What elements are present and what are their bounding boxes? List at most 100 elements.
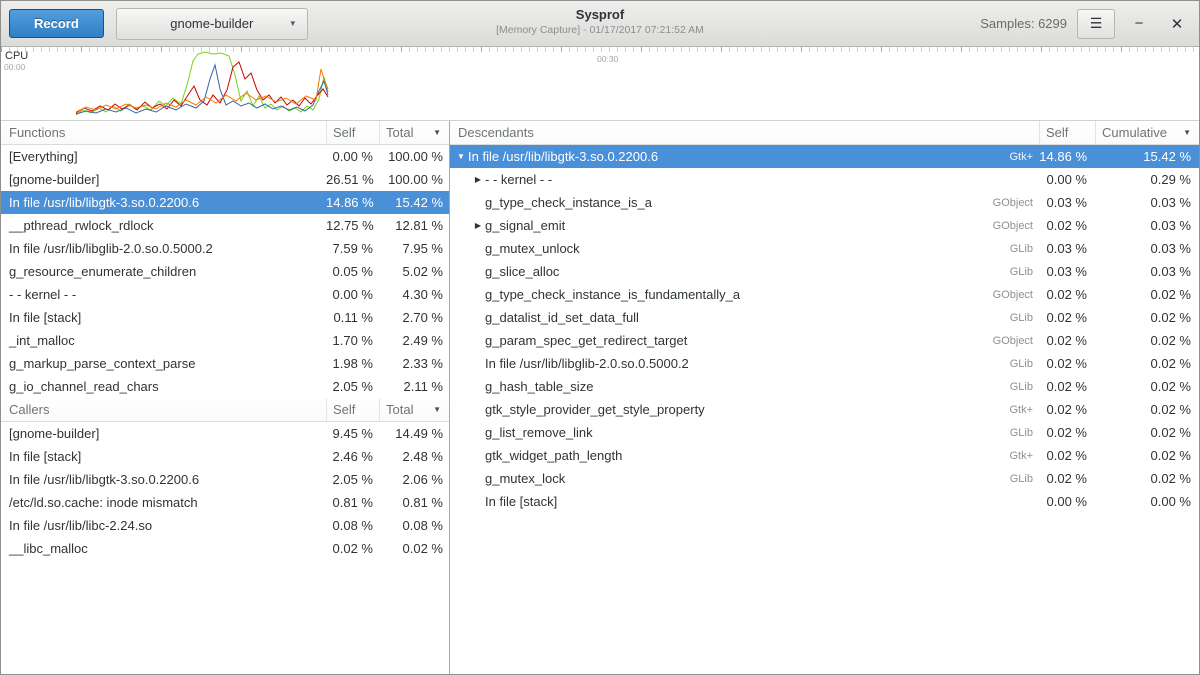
function-row[interactable]: [gnome-builder]26.51 %100.00 %	[1, 168, 449, 191]
descendant-name: g_hash_table_size	[485, 379, 969, 394]
function-row[interactable]: g_resource_enumerate_children0.05 %5.02 …	[1, 260, 449, 283]
descendant-row[interactable]: ▼In file /usr/lib/libgtk-3.so.0.2200.6Gt…	[450, 145, 1199, 168]
caller-row-name: In file /usr/lib/libc-2.24.so	[1, 518, 326, 533]
function-row-self-value: 7.59 %	[326, 241, 379, 256]
function-row-name: g_io_channel_read_chars	[1, 379, 326, 394]
function-row[interactable]: In file /usr/lib/libglib-2.0.so.0.5000.2…	[1, 237, 449, 260]
descendant-name: In file /usr/lib/libglib-2.0.so.0.5000.2	[485, 356, 969, 371]
function-row-total-value: 2.33 %	[379, 356, 449, 371]
function-row[interactable]: In file /usr/lib/libgtk-3.so.0.2200.614.…	[1, 191, 449, 214]
functions-table: [Everything]0.00 %100.00 %[gnome-builder…	[1, 145, 449, 398]
descendant-row[interactable]: g_mutex_lockGLib0.02 %0.02 %	[450, 467, 1199, 490]
expander-collapsed-icon[interactable]: ▶	[471, 221, 485, 230]
descendant-row[interactable]: ▶g_signal_emitGObject0.02 %0.03 %	[450, 214, 1199, 237]
caller-row[interactable]: In file /usr/lib/libgtk-3.so.0.2200.62.0…	[1, 468, 449, 491]
library-badge: GObject	[969, 289, 1039, 301]
sort-indicator-icon: ▼	[1183, 128, 1193, 137]
descendant-self-value: 0.02 %	[1039, 448, 1095, 463]
function-row[interactable]: __pthread_rwlock_rdlock12.75 %12.81 %	[1, 214, 449, 237]
function-row-self-value: 2.05 %	[326, 379, 379, 394]
descendant-name: g_type_check_instance_is_a	[485, 195, 969, 210]
descendant-row[interactable]: In file [stack]0.00 %0.00 %	[450, 490, 1199, 513]
descendant-self-value: 0.02 %	[1039, 333, 1095, 348]
callers-column-header[interactable]: Callers	[1, 398, 326, 421]
descendant-self-value: 0.02 %	[1039, 425, 1095, 440]
descendants-table: ▼In file /usr/lib/libgtk-3.so.0.2200.6Gt…	[450, 145, 1199, 513]
descendant-cumulative-value: 0.02 %	[1095, 448, 1199, 463]
library-badge: GLib	[969, 381, 1039, 393]
function-row[interactable]: - - kernel - -0.00 %4.30 %	[1, 283, 449, 306]
function-row[interactable]: g_io_channel_read_chars2.05 %2.11 %	[1, 375, 449, 398]
functions-self-column-header[interactable]: Self	[326, 121, 379, 144]
descendants-cumulative-column-header[interactable]: Cumulative ▼	[1095, 121, 1199, 144]
descendant-cumulative-value: 0.03 %	[1095, 218, 1199, 233]
caller-row[interactable]: /etc/ld.so.cache: inode mismatch0.81 %0.…	[1, 491, 449, 514]
caller-row-self-value: 2.46 %	[326, 449, 379, 464]
descendant-row[interactable]: ▶- - kernel - -0.00 %0.29 %	[450, 168, 1199, 191]
function-row-total-value: 5.02 %	[379, 264, 449, 279]
functions-column-header[interactable]: Functions	[1, 121, 326, 144]
descendant-row[interactable]: g_datalist_id_set_data_fullGLib0.02 %0.0…	[450, 306, 1199, 329]
function-row[interactable]: [Everything]0.00 %100.00 %	[1, 145, 449, 168]
descendant-self-value: 0.02 %	[1039, 471, 1095, 486]
function-row-self-value: 26.51 %	[326, 172, 379, 187]
descendants-self-column-header[interactable]: Self	[1039, 121, 1095, 144]
callers-table: [gnome-builder]9.45 %14.49 %In file [sta…	[1, 422, 449, 560]
descendant-row[interactable]: g_mutex_unlockGLib0.03 %0.03 %	[450, 237, 1199, 260]
function-row-name: g_resource_enumerate_children	[1, 264, 326, 279]
record-button[interactable]: Record	[9, 9, 104, 38]
callers-total-column-header[interactable]: Total ▼	[379, 398, 449, 421]
caller-row[interactable]: [gnome-builder]9.45 %14.49 %	[1, 422, 449, 445]
expander-expanded-icon[interactable]: ▼	[454, 152, 468, 161]
cpu-graph[interactable]: CPU 00:00 00:30	[1, 47, 1199, 121]
close-button[interactable]: ✕	[1163, 10, 1191, 38]
target-selector-dropdown[interactable]: gnome-builder ▼	[116, 8, 308, 40]
descendant-cumulative-value: 0.02 %	[1095, 287, 1199, 302]
caller-row-name: In file [stack]	[1, 449, 326, 464]
library-badge: Gtk+	[969, 450, 1039, 462]
functions-total-column-header[interactable]: Total ▼	[379, 121, 449, 144]
function-row-self-value: 1.70 %	[326, 333, 379, 348]
descendant-row[interactable]: g_list_remove_linkGLib0.02 %0.02 %	[450, 421, 1199, 444]
caller-row-total-value: 0.08 %	[379, 518, 449, 533]
descendant-row[interactable]: g_type_check_instance_is_aGObject0.03 %0…	[450, 191, 1199, 214]
callers-self-column-header[interactable]: Self	[326, 398, 379, 421]
caller-row[interactable]: __libc_malloc0.02 %0.02 %	[1, 537, 449, 560]
function-row-total-value: 2.49 %	[379, 333, 449, 348]
function-row[interactable]: _int_malloc1.70 %2.49 %	[1, 329, 449, 352]
descendant-row[interactable]: gtk_style_provider_get_style_propertyGtk…	[450, 398, 1199, 421]
expander-collapsed-icon[interactable]: ▶	[471, 175, 485, 184]
descendant-cumulative-value: 0.03 %	[1095, 241, 1199, 256]
samples-count: Samples: 6299	[980, 16, 1067, 31]
function-row[interactable]: g_markup_parse_context_parse1.98 %2.33 %	[1, 352, 449, 375]
function-row-total-value: 7.95 %	[379, 241, 449, 256]
descendant-self-value: 0.00 %	[1039, 494, 1095, 509]
caller-row-total-value: 2.48 %	[379, 449, 449, 464]
descendant-cumulative-value: 0.02 %	[1095, 356, 1199, 371]
library-badge: GLib	[969, 358, 1039, 370]
descendant-row[interactable]: g_slice_allocGLib0.03 %0.03 %	[450, 260, 1199, 283]
function-row-name: - - kernel - -	[1, 287, 326, 302]
function-row-total-value: 100.00 %	[379, 149, 449, 164]
descendants-column-header[interactable]: Descendants	[450, 121, 1039, 144]
descendant-row[interactable]: g_type_check_instance_is_fundamentally_a…	[450, 283, 1199, 306]
caller-row-self-value: 0.02 %	[326, 541, 379, 556]
function-row-total-value: 2.70 %	[379, 310, 449, 325]
descendant-row[interactable]: g_hash_table_sizeGLib0.02 %0.02 %	[450, 375, 1199, 398]
descendant-self-value: 14.86 %	[1039, 149, 1095, 164]
descendant-name: gtk_widget_path_length	[485, 448, 969, 463]
library-badge: GLib	[969, 266, 1039, 278]
library-badge: GLib	[969, 427, 1039, 439]
minimize-button[interactable]: −	[1125, 10, 1153, 38]
descendant-row[interactable]: gtk_widget_path_lengthGtk+0.02 %0.02 %	[450, 444, 1199, 467]
caller-row[interactable]: In file [stack]2.46 %2.48 %	[1, 445, 449, 468]
caller-row-total-value: 0.81 %	[379, 495, 449, 510]
functions-total-label: Total	[386, 125, 413, 140]
descendant-row[interactable]: In file /usr/lib/libglib-2.0.so.0.5000.2…	[450, 352, 1199, 375]
descendant-self-value: 0.02 %	[1039, 402, 1095, 417]
menu-button[interactable]: ☰	[1077, 9, 1115, 39]
caller-row[interactable]: In file /usr/lib/libc-2.24.so0.08 %0.08 …	[1, 514, 449, 537]
function-row[interactable]: In file [stack]0.11 %2.70 %	[1, 306, 449, 329]
function-row-name: In file /usr/lib/libgtk-3.so.0.2200.6	[1, 195, 326, 210]
descendant-row[interactable]: g_param_spec_get_redirect_targetGObject0…	[450, 329, 1199, 352]
